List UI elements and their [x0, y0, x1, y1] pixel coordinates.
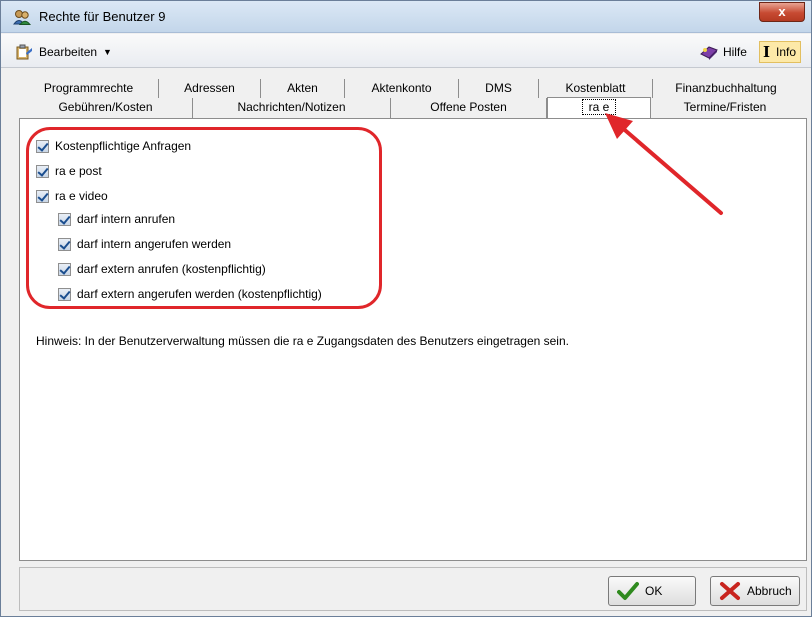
info-button[interactable]: I Info	[758, 41, 801, 63]
tab-offene-posten[interactable]: Offene Posten	[391, 98, 547, 118]
tab-row-2: Gebühren/Kosten Nachrichten/Notizen Offe…	[19, 96, 799, 118]
ok-button[interactable]: OK	[608, 576, 696, 606]
checkbox[interactable]	[58, 237, 71, 251]
option-darf-intern-angerufen-werden[interactable]: darf intern angerufen werden	[58, 235, 231, 253]
checkbox[interactable]	[58, 212, 71, 226]
window-title: Rechte für Benutzer 9	[39, 9, 166, 24]
tab-gebuehren-kosten[interactable]: Gebühren/Kosten	[19, 98, 193, 118]
close-icon: x	[778, 4, 786, 19]
option-label: ra e post	[55, 164, 102, 178]
button-bar: OK Abbruch	[19, 567, 807, 611]
help-button[interactable]: Hilfe	[699, 44, 747, 60]
checkmark-icon	[617, 582, 639, 600]
hint-text: Hinweis: In der Benutzerverwaltung müsse…	[36, 334, 569, 348]
tab-content-panel: Kostenpflichtige Anfragen ra e post ra e…	[19, 118, 807, 561]
dialog-window: Rechte für Benutzer 9 x Bearbeiten ▼ Hil…	[0, 0, 812, 617]
option-label: ra e video	[55, 189, 108, 203]
help-label: Hilfe	[722, 45, 747, 59]
cancel-button[interactable]: Abbruch	[710, 576, 800, 606]
chevron-down-icon: ▼	[103, 47, 112, 57]
option-darf-intern-anrufen[interactable]: darf intern anrufen	[58, 210, 175, 228]
menu-bar: Bearbeiten ▼ Hilfe I Info	[1, 34, 811, 68]
option-ra-e-video[interactable]: ra e video	[36, 187, 108, 205]
clipboard-icon	[16, 44, 32, 60]
option-darf-extern-anrufen[interactable]: darf extern anrufen (kostenpflichtig)	[58, 260, 266, 278]
cross-icon	[720, 582, 740, 600]
tab-termine-fristen[interactable]: Termine/Fristen	[651, 98, 799, 118]
checkbox[interactable]	[58, 287, 71, 301]
option-label: darf intern anrufen	[77, 212, 176, 226]
option-label: darf extern angerufen werden (kostenpfli…	[77, 287, 322, 301]
help-book-icon	[700, 46, 718, 60]
tab-strip: Programmrechte Adressen Akten Aktenkonto…	[1, 69, 811, 121]
option-darf-extern-angerufen-werden[interactable]: darf extern angerufen werden (kostenpfli…	[58, 285, 322, 303]
edit-menu-label: Bearbeiten	[39, 45, 98, 59]
menu-right-group: Hilfe I Info	[699, 41, 801, 63]
option-label: darf extern anrufen (kostenpflichtig)	[77, 262, 266, 276]
close-button[interactable]: x	[759, 2, 805, 22]
checkbox[interactable]	[36, 139, 49, 153]
option-kostenpflichtige-anfragen[interactable]: Kostenpflichtige Anfragen	[36, 137, 191, 155]
title-bar: Rechte für Benutzer 9 x	[1, 1, 811, 33]
info-icon: I	[762, 43, 770, 61]
tab-ra-e[interactable]: ra e	[547, 97, 651, 118]
edit-menu[interactable]: Bearbeiten ▼	[15, 43, 112, 61]
checkbox[interactable]	[58, 262, 71, 276]
option-label: darf intern angerufen werden	[77, 237, 232, 251]
cancel-label: Abbruch	[747, 584, 792, 598]
tab-nachrichten-notizen[interactable]: Nachrichten/Notizen	[193, 98, 391, 118]
checkbox[interactable]	[36, 189, 49, 203]
option-label: Kostenpflichtige Anfragen	[55, 139, 192, 153]
checkbox[interactable]	[36, 164, 49, 178]
option-ra-e-post[interactable]: ra e post	[36, 162, 102, 180]
users-icon	[13, 10, 31, 25]
info-label: Info	[775, 45, 796, 59]
ok-label: OK	[645, 584, 663, 598]
